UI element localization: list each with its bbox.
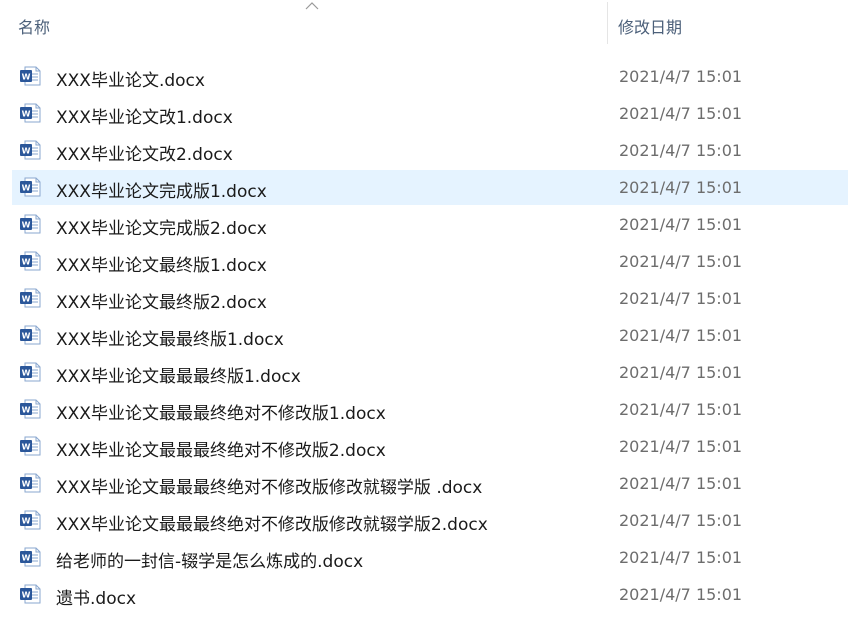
file-explorer-list: 名称 修改日期 W XXX毕业论文.docx 2021/4/7 15:01 W … [0, 0, 848, 620]
word-document-icon: W [20, 140, 41, 160]
file-row-14[interactable]: W 给老师的一封信-辍学是怎么炼成的.docx 2021/4/7 15:01 [0, 539, 848, 576]
file-name: XXX毕业论文最最终版1.docx [56, 330, 284, 350]
svg-text:W: W [22, 443, 31, 452]
svg-text:W: W [22, 295, 31, 304]
file-name: XXX毕业论文改2.docx [56, 145, 233, 165]
file-name: 给老师的一封信-辍学是怎么炼成的.docx [56, 552, 364, 572]
word-document-icon: W [20, 510, 41, 530]
file-row-15[interactable]: W 遗书.docx 2021/4/7 15:01 [0, 576, 848, 613]
file-row-9[interactable]: W XXX毕业论文最最最终版1.docx 2021/4/7 15:01 [0, 354, 848, 391]
file-row-7[interactable]: W XXX毕业论文最终版2.docx 2021/4/7 15:01 [0, 280, 848, 317]
file-modified-date: 2021/4/7 15:01 [619, 363, 743, 382]
file-name: XXX毕业论文最最最终版1.docx [56, 367, 301, 387]
column-header-modified-date[interactable]: 修改日期 [618, 14, 682, 38]
file-row-10[interactable]: W XXX毕业论文最最最终绝对不修改版1.docx 2021/4/7 15:01 [0, 391, 848, 428]
svg-text:W: W [22, 110, 31, 119]
svg-text:W: W [22, 591, 31, 600]
word-document-icon: W [20, 325, 41, 345]
file-name: XXX毕业论文最终版1.docx [56, 256, 267, 276]
file-modified-date: 2021/4/7 15:01 [619, 289, 743, 308]
file-modified-date: 2021/4/7 15:01 [619, 178, 743, 197]
word-document-icon: W [20, 66, 41, 86]
word-document-icon: W [20, 436, 41, 456]
file-list: W XXX毕业论文.docx 2021/4/7 15:01 W XXX毕业论文改… [0, 58, 848, 613]
file-row-13[interactable]: W XXX毕业论文最最最终绝对不修改版修改就辍学版2.docx 2021/4/7… [0, 502, 848, 539]
word-document-icon: W [20, 103, 41, 123]
column-header-bar: 名称 修改日期 [0, 0, 848, 46]
file-modified-date: 2021/4/7 15:01 [619, 437, 743, 456]
file-name: XXX毕业论文最最最终绝对不修改版1.docx [56, 404, 386, 424]
file-name: XXX毕业论文.docx [56, 71, 205, 91]
svg-text:W: W [22, 147, 31, 156]
svg-text:W: W [22, 369, 31, 378]
file-modified-date: 2021/4/7 15:01 [619, 326, 743, 345]
svg-text:W: W [22, 554, 31, 563]
file-row-4[interactable]: W XXX毕业论文完成版1.docx 2021/4/7 15:01 [0, 169, 848, 206]
file-name: 遗书.docx [56, 589, 137, 609]
file-modified-date: 2021/4/7 15:01 [619, 474, 743, 493]
file-modified-date: 2021/4/7 15:01 [619, 104, 743, 123]
file-modified-date: 2021/4/7 15:01 [619, 400, 743, 419]
svg-text:W: W [22, 480, 31, 489]
word-document-icon: W [20, 362, 41, 382]
file-modified-date: 2021/4/7 15:01 [619, 67, 743, 86]
word-document-icon: W [20, 584, 41, 604]
svg-text:W: W [22, 517, 31, 526]
svg-text:W: W [22, 406, 31, 415]
word-document-icon: W [20, 547, 41, 567]
svg-text:W: W [22, 221, 31, 230]
svg-text:W: W [22, 184, 31, 193]
word-document-icon: W [20, 473, 41, 493]
word-document-icon: W [20, 177, 41, 197]
file-name: XXX毕业论文完成版2.docx [56, 219, 267, 239]
file-row-1[interactable]: W XXX毕业论文.docx 2021/4/7 15:01 [0, 58, 848, 95]
file-name: XXX毕业论文最最最终绝对不修改版2.docx [56, 441, 386, 461]
file-modified-date: 2021/4/7 15:01 [619, 548, 743, 567]
column-divider[interactable] [607, 2, 608, 44]
file-row-3[interactable]: W XXX毕业论文改2.docx 2021/4/7 15:01 [0, 132, 848, 169]
file-name: XXX毕业论文最最最终绝对不修改版修改就辍学版 .docx [56, 478, 483, 498]
file-modified-date: 2021/4/7 15:01 [619, 141, 743, 160]
svg-text:W: W [22, 73, 31, 82]
file-row-5[interactable]: W XXX毕业论文完成版2.docx 2021/4/7 15:01 [0, 206, 848, 243]
word-document-icon: W [20, 288, 41, 308]
word-document-icon: W [20, 251, 41, 271]
file-row-12[interactable]: W XXX毕业论文最最最终绝对不修改版修改就辍学版 .docx 2021/4/7… [0, 465, 848, 502]
svg-text:W: W [22, 332, 31, 341]
word-document-icon: W [20, 399, 41, 419]
file-row-6[interactable]: W XXX毕业论文最终版1.docx 2021/4/7 15:01 [0, 243, 848, 280]
column-header-name[interactable]: 名称 [18, 14, 50, 38]
file-modified-date: 2021/4/7 15:01 [619, 215, 743, 234]
file-modified-date: 2021/4/7 15:01 [619, 252, 743, 271]
file-row-11[interactable]: W XXX毕业论文最最最终绝对不修改版2.docx 2021/4/7 15:01 [0, 428, 848, 465]
file-name: XXX毕业论文最终版2.docx [56, 293, 267, 313]
file-name: XXX毕业论文最最最终绝对不修改版修改就辍学版2.docx [56, 515, 488, 535]
file-modified-date: 2021/4/7 15:01 [619, 511, 743, 530]
svg-text:W: W [22, 258, 31, 267]
file-row-8[interactable]: W XXX毕业论文最最终版1.docx 2021/4/7 15:01 [0, 317, 848, 354]
file-row-2[interactable]: W XXX毕业论文改1.docx 2021/4/7 15:01 [0, 95, 848, 132]
file-modified-date: 2021/4/7 15:01 [619, 585, 743, 604]
chevron-up-icon[interactable] [305, 0, 319, 10]
word-document-icon: W [20, 214, 41, 234]
file-name: XXX毕业论文完成版1.docx [56, 182, 267, 202]
file-name: XXX毕业论文改1.docx [56, 108, 233, 128]
